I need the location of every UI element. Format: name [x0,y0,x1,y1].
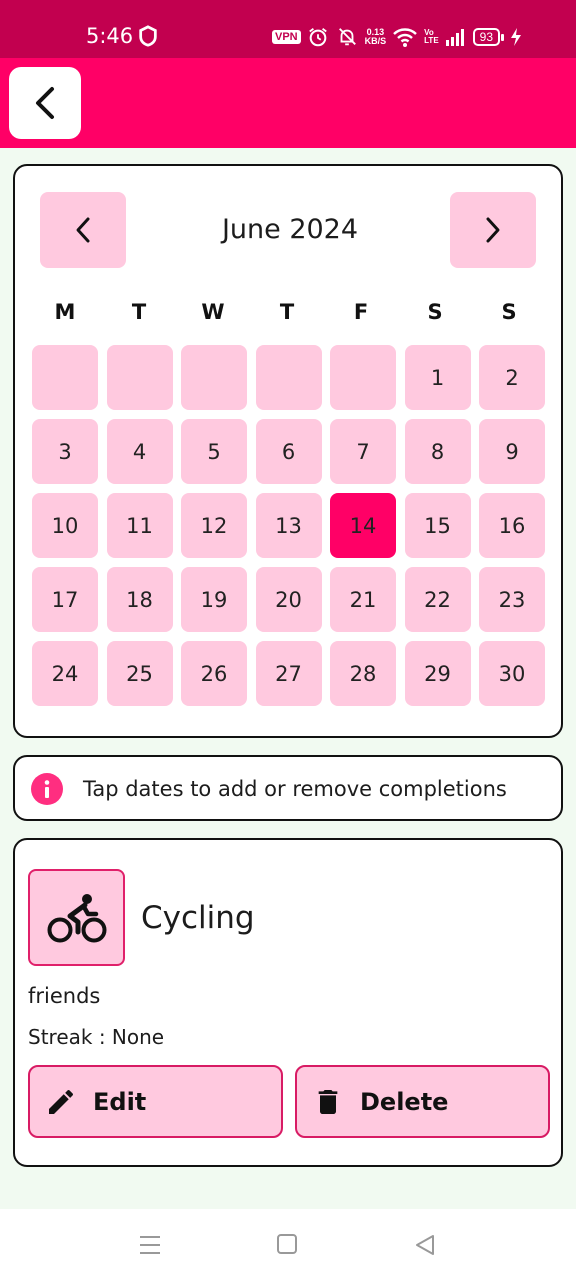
calendar-day[interactable]: 7 [330,419,396,484]
calendar-day-empty [32,345,98,410]
calendar-grid: 1 2 3 4 5 6 7 8 9 10 11 12 13 14 15 16 1… [32,345,545,706]
charging-icon [511,28,522,46]
calendar-day[interactable]: 30 [479,641,545,706]
calendar-day[interactable]: 29 [404,641,471,706]
calendar-day-empty [255,345,322,410]
calendar-day[interactable]: 8 [404,419,471,484]
alarm-icon [308,28,327,47]
habit-streak: Streak : None [28,1025,165,1049]
calendar-day[interactable]: 1 [404,345,471,410]
habit-icon-box [28,869,125,966]
previous-month-button[interactable] [40,192,126,268]
calendar-day[interactable]: 23 [479,567,545,632]
back-button[interactable] [9,67,81,139]
habit-name: Cycling [141,900,255,936]
status-time: 5:46 [86,24,134,48]
info-text: Tap dates to add or remove completions [83,777,507,801]
weekday-label: S [427,300,443,324]
calendar-day[interactable]: 22 [404,567,471,632]
battery-level: 93 [472,28,501,46]
weekday-header: M T W T F S S [32,300,546,324]
weekday-label: W [201,300,225,324]
calendar-day[interactable]: 15 [404,493,471,558]
info-icon [31,773,63,805]
habit-description: friends [28,984,101,1008]
calendar-day[interactable]: 12 [181,493,247,558]
calendar-day[interactable]: 19 [181,567,247,632]
calendar-day[interactable]: 25 [106,641,173,706]
calendar-day[interactable]: 4 [106,419,173,484]
calendar-day[interactable]: 16 [479,493,545,558]
shield-icon [139,25,157,47]
status-indicators: VPN 0.13 KB/S Vo LTE 93 [272,24,522,50]
calendar-day-empty [181,345,247,410]
calendar-day[interactable]: 2 [479,345,545,410]
back-triangle-icon[interactable] [414,1233,436,1257]
trash-icon [318,1089,338,1114]
weekday-label: T [131,300,147,324]
calendar-day-selected[interactable]: 14 [330,493,396,558]
battery-indicator: 93 [472,28,505,46]
calendar-day[interactable]: 21 [330,567,396,632]
calendar-day[interactable]: 3 [32,419,98,484]
next-month-button[interactable] [450,192,536,268]
wifi-icon [393,28,417,47]
delete-button[interactable]: Delete [295,1065,550,1138]
calendar-day[interactable]: 11 [106,493,173,558]
info-banner: Tap dates to add or remove completions [13,755,563,821]
weekday-label: F [353,300,369,324]
month-title: June 2024 [221,214,359,245]
network-speed: 0.13 KB/S [364,27,387,46]
calendar-day[interactable]: 24 [32,641,98,706]
calendar-day[interactable]: 13 [255,493,322,558]
edit-button[interactable]: Edit [28,1065,283,1138]
volte-indicator: Vo LTE [424,28,439,45]
calendar-day[interactable]: 18 [106,567,173,632]
calendar-day[interactable]: 17 [32,567,98,632]
weekday-label: T [279,300,295,324]
weekday-label: S [501,300,517,324]
signal-icon [445,29,464,46]
calendar-day-empty [106,345,173,410]
calendar-day[interactable]: 10 [32,493,98,558]
chevron-left-icon [36,87,54,119]
chevron-right-icon [486,217,500,243]
calendar-day[interactable]: 6 [255,419,322,484]
calendar-day[interactable]: 27 [255,641,322,706]
bicycle-icon [47,893,106,942]
calendar-day[interactable]: 9 [479,419,545,484]
pencil-icon [49,1089,74,1114]
calendar-day[interactable]: 20 [255,567,322,632]
home-icon[interactable] [276,1233,298,1255]
app-bar [0,58,576,148]
vpn-badge: VPN [272,30,301,44]
calendar-card: June 2024 M T W T F S S 1 2 3 4 5 6 7 8 … [13,164,563,738]
delete-label: Delete [360,1087,449,1116]
calendar-day-empty [330,345,396,410]
habit-card: Cycling friends Streak : None Edit Delet… [13,838,563,1167]
weekday-label: M [54,300,76,324]
menu-icon[interactable] [138,1233,162,1257]
calendar-day[interactable]: 5 [181,419,247,484]
bell-off-icon [338,28,356,46]
chevron-left-icon [76,217,90,243]
calendar-day[interactable]: 28 [330,641,396,706]
system-nav-bar [0,1209,576,1280]
status-bar: 5:46 VPN 0.13 KB/S Vo LTE 93 [0,0,576,58]
edit-label: Edit [93,1087,147,1116]
calendar-day[interactable]: 26 [181,641,247,706]
